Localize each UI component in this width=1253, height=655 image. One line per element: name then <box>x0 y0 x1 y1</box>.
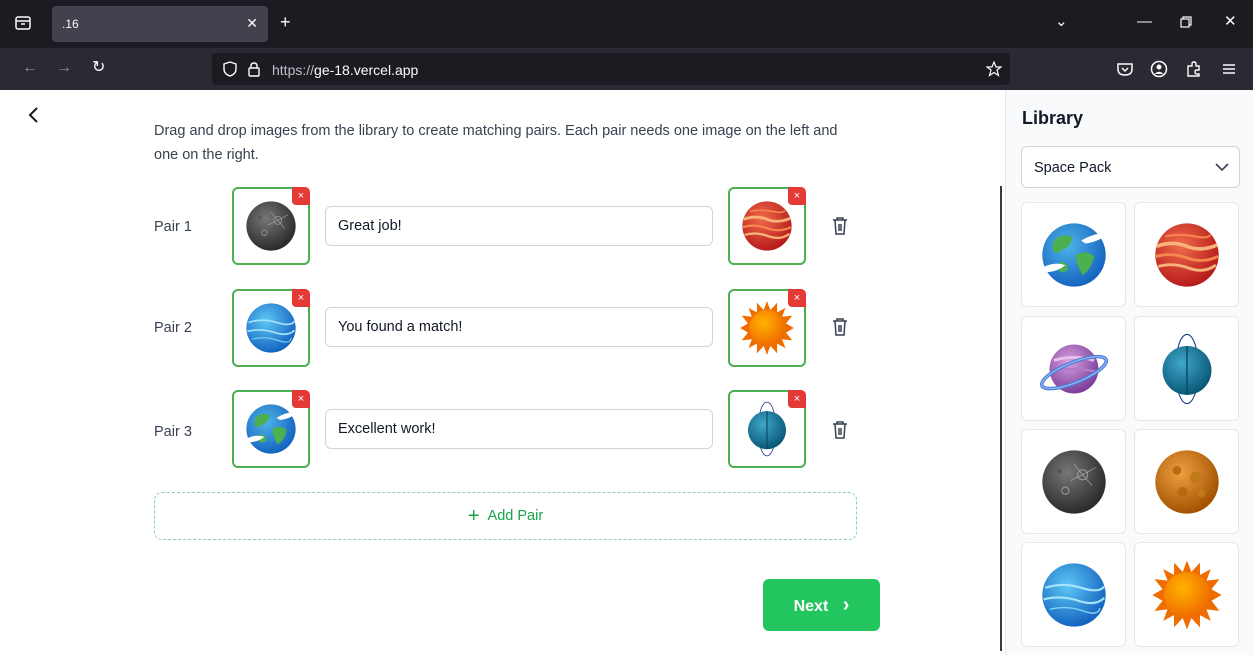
saturn-icon <box>1038 333 1110 405</box>
pair-right-image-slot[interactable]: × <box>728 390 806 468</box>
pair-left-image-slot[interactable]: × <box>232 289 310 367</box>
extensions-icon[interactable] <box>1185 60 1203 78</box>
pair-right-image-slot[interactable]: × <box>728 187 806 265</box>
library-item-moon[interactable] <box>1021 429 1126 534</box>
earth-icon <box>243 401 299 457</box>
remove-image-button[interactable]: × <box>292 289 310 307</box>
browser-tab-bar: .16 ✕ + ⌄ — ✕ <box>0 0 1253 48</box>
moon-icon <box>243 198 299 254</box>
pair-left-image-slot[interactable]: × <box>232 390 310 468</box>
pair-label: Pair 2 <box>154 320 192 336</box>
delete-pair-trash-icon[interactable] <box>831 420 849 440</box>
back-arrow-icon[interactable]: ← <box>22 59 38 77</box>
shield-icon[interactable] <box>222 61 238 77</box>
next-label: Next <box>793 598 829 615</box>
neptune-icon <box>243 300 299 356</box>
minimize-icon[interactable]: — <box>1137 14 1152 29</box>
next-button[interactable]: Next › <box>763 579 880 631</box>
close-window-icon[interactable]: ✕ <box>1224 14 1237 29</box>
delete-pair-trash-icon[interactable] <box>831 317 849 337</box>
instructions-text: Drag and drop images from the library to… <box>154 123 838 163</box>
panel-divider <box>1000 186 1002 651</box>
menu-icon[interactable] <box>1220 60 1238 78</box>
remove-image-button[interactable]: × <box>292 187 310 205</box>
plus-icon: + <box>467 505 480 527</box>
library-item-jupiter[interactable] <box>1134 202 1239 307</box>
url-text[interactable]: https://ge-18.vercel.app <box>272 62 418 78</box>
tab-close-icon[interactable]: ✕ <box>246 15 258 32</box>
add-pair-button[interactable]: + Add Pair <box>154 492 857 540</box>
bookmark-star-icon[interactable] <box>986 61 1002 77</box>
lock-icon[interactable] <box>246 61 262 77</box>
pocket-icon[interactable] <box>1116 60 1134 78</box>
library-item-neptune[interactable] <box>1021 542 1126 647</box>
mars-icon <box>1151 446 1223 518</box>
tab-overview-icon[interactable] <box>14 14 32 32</box>
library-panel: Library Space Pack <box>1005 90 1253 655</box>
browser-nav-bar: ← → ↻ https://ge-18.vercel.app <box>0 48 1253 90</box>
pair-message-input[interactable]: Excellent work! <box>325 409 713 449</box>
remove-image-button[interactable]: × <box>788 390 806 408</box>
pack-select[interactable]: Space Pack <box>1021 146 1240 188</box>
library-item-sun[interactable] <box>1134 542 1239 647</box>
uranus-icon <box>1151 333 1223 405</box>
back-chevron-icon[interactable] <box>26 104 42 126</box>
pair-message-input[interactable]: You found a match! <box>325 307 713 347</box>
chevron-right-icon: › <box>842 594 850 616</box>
reload-icon[interactable]: ↻ <box>92 59 105 77</box>
browser-tab-active[interactable]: .16 ✕ <box>52 6 268 42</box>
remove-image-button[interactable]: × <box>292 390 310 408</box>
moon-icon <box>1038 446 1110 518</box>
pair-label: Pair 3 <box>154 424 192 440</box>
library-item-uranus[interactable] <box>1134 316 1239 421</box>
pair-left-image-slot[interactable]: × <box>232 187 310 265</box>
add-pair-label: Add Pair <box>487 508 544 524</box>
forward-arrow-icon[interactable]: → <box>56 59 72 77</box>
neptune-icon <box>1038 559 1110 631</box>
jupiter-icon <box>1151 219 1223 291</box>
new-tab-icon[interactable]: + <box>280 13 291 31</box>
delete-pair-trash-icon[interactable] <box>831 216 849 236</box>
library-item-saturn[interactable] <box>1021 316 1126 421</box>
chevron-down-icon <box>1215 163 1229 172</box>
library-item-earth[interactable] <box>1021 202 1126 307</box>
pack-select-value: Space Pack <box>1034 160 1112 176</box>
earth-icon <box>1038 219 1110 291</box>
remove-image-button[interactable]: × <box>788 187 806 205</box>
library-item-mars[interactable] <box>1134 429 1239 534</box>
remove-image-button[interactable]: × <box>788 289 806 307</box>
uranus-icon <box>739 401 795 457</box>
pair-label: Pair 1 <box>154 219 192 235</box>
restore-icon[interactable] <box>1180 16 1192 28</box>
account-icon[interactable] <box>1150 60 1168 78</box>
jupiter-icon <box>739 198 795 254</box>
url-bar[interactable]: https://ge-18.vercel.app <box>212 53 1010 85</box>
library-title: Library <box>1022 108 1084 128</box>
pair-right-image-slot[interactable]: × <box>728 289 806 367</box>
sun-icon <box>1151 559 1223 631</box>
sun-icon <box>739 300 795 356</box>
pair-message-input[interactable]: Great job! <box>325 206 713 246</box>
tab-title: .16 <box>62 17 79 31</box>
tab-list-chevron-icon[interactable]: ⌄ <box>1055 14 1068 29</box>
